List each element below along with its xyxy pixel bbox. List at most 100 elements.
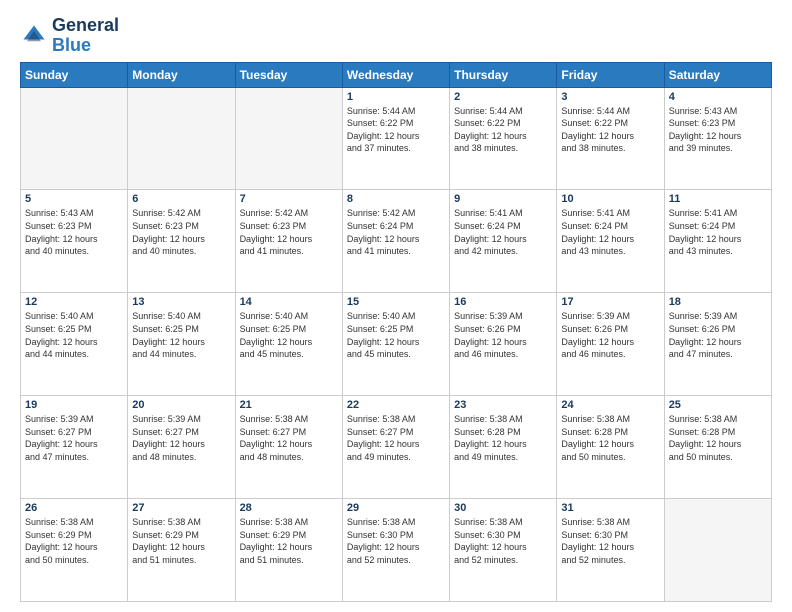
calendar-header-tuesday: Tuesday <box>235 62 342 87</box>
day-info: Sunrise: 5:41 AM Sunset: 6:24 PM Dayligh… <box>454 207 552 257</box>
day-number: 15 <box>347 296 445 308</box>
calendar-cell: 27Sunrise: 5:38 AM Sunset: 6:29 PM Dayli… <box>128 499 235 602</box>
calendar-cell: 23 Sunrise: 5:38 AM Sunset: 6:28 PM Dayli… <box>450 396 557 499</box>
day-info: Sunrise: 5:42 AM Sunset: 6:24 PM Dayligh… <box>347 207 445 257</box>
day-number: 9 <box>454 193 552 205</box>
day-info: Sunrise: 5:43 AM Sunset: 6:23 PM Dayligh… <box>669 105 767 155</box>
day-number: 12 <box>25 296 123 308</box>
calendar-cell: 28 Sunrise: 5:38 AM Sunset: 6:29 PM Dayli… <box>235 499 342 602</box>
header: General Blue <box>20 16 772 56</box>
calendar-cell: 29 Sunrise: 5:38 AM Sunset: 6:30 PM Dayli… <box>342 499 449 602</box>
day-info: Sunrise: 5:43 AM Sunset: 6:23 PM Dayligh… <box>25 207 123 257</box>
day-number: 25 <box>669 399 767 411</box>
logo: General Blue <box>20 16 119 56</box>
day-info: Sunrise: 5:38 AM Sunset: 6:30 PM Dayligh… <box>561 516 659 566</box>
calendar-cell: 6 Sunrise: 5:42 AM Sunset: 6:23 PM Daylig… <box>128 190 235 293</box>
day-info: Sunrise: 5:40 AM Sunset: 6:25 PM Dayligh… <box>347 310 445 360</box>
calendar-cell: 30 Sunrise: 5:38 AM Sunset: 6:30 PM Dayli… <box>450 499 557 602</box>
calendar-cell: 10 Sunrise: 5:41 AM Sunset: 6:24 PM Dayli… <box>557 190 664 293</box>
calendar-header-saturday: Saturday <box>664 62 771 87</box>
day-number: 8 <box>347 193 445 205</box>
day-number: 2 <box>454 91 552 103</box>
day-info: Sunrise: 5:38 AM Sunset: 6:29 PM Dayligh… <box>25 516 123 566</box>
day-number: 29 <box>347 502 445 514</box>
calendar-cell <box>21 87 128 190</box>
calendar-week-2: 5 Sunrise: 5:43 AM Sunset: 6:23 PM Daylig… <box>21 190 772 293</box>
day-info: Sunrise: 5:38 AM Sunset: 6:27 PM Dayligh… <box>347 413 445 463</box>
calendar-header-wednesday: Wednesday <box>342 62 449 87</box>
day-info: Sunrise: 5:40 AM Sunset: 6:25 PM Dayligh… <box>25 310 123 360</box>
day-info: Sunrise: 5:39 AM Sunset: 6:26 PM Dayligh… <box>669 310 767 360</box>
day-info: Sunrise: 5:38 AM Sunset: 6:28 PM Dayligh… <box>669 413 767 463</box>
calendar-cell: 19 Sunrise: 5:39 AM Sunset: 6:27 PM Dayli… <box>21 396 128 499</box>
day-info: Sunrise: 5:40 AM Sunset: 6:25 PM Dayligh… <box>132 310 230 360</box>
day-number: 30 <box>454 502 552 514</box>
day-info: Sunrise: 5:39 AM Sunset: 6:27 PM Dayligh… <box>132 413 230 463</box>
day-info: Sunrise: 5:42 AM Sunset: 6:23 PM Dayligh… <box>132 207 230 257</box>
day-number: 26 <box>25 502 123 514</box>
day-info: Sunrise: 5:44 AM Sunset: 6:22 PM Dayligh… <box>454 105 552 155</box>
calendar-cell <box>235 87 342 190</box>
day-number: 24 <box>561 399 659 411</box>
day-info: Sunrise: 5:44 AM Sunset: 6:22 PM Dayligh… <box>561 105 659 155</box>
day-info: Sunrise: 5:39 AM Sunset: 6:27 PM Dayligh… <box>25 413 123 463</box>
calendar-cell: 31 Sunrise: 5:38 AM Sunset: 6:30 PM Dayli… <box>557 499 664 602</box>
day-number: 6 <box>132 193 230 205</box>
calendar-week-4: 19 Sunrise: 5:39 AM Sunset: 6:27 PM Dayli… <box>21 396 772 499</box>
calendar-header-friday: Friday <box>557 62 664 87</box>
day-number: 1 <box>347 91 445 103</box>
calendar-header-sunday: Sunday <box>21 62 128 87</box>
calendar-cell: 21 Sunrise: 5:38 AM Sunset: 6:27 PM Dayli… <box>235 396 342 499</box>
day-number: 4 <box>669 91 767 103</box>
calendar-cell: 14 Sunrise: 5:40 AM Sunset: 6:25 PM Dayli… <box>235 293 342 396</box>
calendar-cell: 17 Sunrise: 5:39 AM Sunset: 6:26 PM Dayli… <box>557 293 664 396</box>
day-number: 28 <box>240 502 338 514</box>
calendar-cell: 5 Sunrise: 5:43 AM Sunset: 6:23 PM Daylig… <box>21 190 128 293</box>
day-info: Sunrise: 5:41 AM Sunset: 6:24 PM Dayligh… <box>669 207 767 257</box>
calendar-cell: 26 Sunrise: 5:38 AM Sunset: 6:29 PM Dayli… <box>21 499 128 602</box>
day-number: 31 <box>561 502 659 514</box>
calendar-header-row: SundayMondayTuesdayWednesdayThursdayFrid… <box>21 62 772 87</box>
day-number: 23 <box>454 399 552 411</box>
day-number: 13 <box>132 296 230 308</box>
calendar-cell: 25 Sunrise: 5:38 AM Sunset: 6:28 PM Dayli… <box>664 396 771 499</box>
day-number: 19 <box>25 399 123 411</box>
day-info: Sunrise: 5:44 AM Sunset: 6:22 PM Dayligh… <box>347 105 445 155</box>
day-number: 5 <box>25 193 123 205</box>
day-info: Sunrise: 5:41 AM Sunset: 6:24 PM Dayligh… <box>561 207 659 257</box>
calendar-cell: 24Sunrise: 5:38 AM Sunset: 6:28 PM Dayli… <box>557 396 664 499</box>
calendar-week-1: 1 Sunrise: 5:44 AM Sunset: 6:22 PM Daylig… <box>21 87 772 190</box>
day-info: Sunrise: 5:38 AM Sunset: 6:30 PM Dayligh… <box>347 516 445 566</box>
day-number: 18 <box>669 296 767 308</box>
day-number: 14 <box>240 296 338 308</box>
logo-text: General Blue <box>52 16 119 56</box>
calendar-cell: 18 Sunrise: 5:39 AM Sunset: 6:26 PM Dayli… <box>664 293 771 396</box>
day-number: 3 <box>561 91 659 103</box>
calendar-cell: 11 Sunrise: 5:41 AM Sunset: 6:24 PM Dayli… <box>664 190 771 293</box>
day-number: 17 <box>561 296 659 308</box>
day-info: Sunrise: 5:38 AM Sunset: 6:30 PM Dayligh… <box>454 516 552 566</box>
day-number: 7 <box>240 193 338 205</box>
day-number: 21 <box>240 399 338 411</box>
day-info: Sunrise: 5:40 AM Sunset: 6:25 PM Dayligh… <box>240 310 338 360</box>
day-info: Sunrise: 5:38 AM Sunset: 6:27 PM Dayligh… <box>240 413 338 463</box>
calendar-cell: 2 Sunrise: 5:44 AM Sunset: 6:22 PM Daylig… <box>450 87 557 190</box>
day-info: Sunrise: 5:39 AM Sunset: 6:26 PM Dayligh… <box>561 310 659 360</box>
calendar-week-3: 12 Sunrise: 5:40 AM Sunset: 6:25 PM Dayli… <box>21 293 772 396</box>
calendar-cell: 22Sunrise: 5:38 AM Sunset: 6:27 PM Dayli… <box>342 396 449 499</box>
calendar-week-5: 26 Sunrise: 5:38 AM Sunset: 6:29 PM Dayli… <box>21 499 772 602</box>
day-info: Sunrise: 5:38 AM Sunset: 6:29 PM Dayligh… <box>240 516 338 566</box>
calendar-cell: 16Sunrise: 5:39 AM Sunset: 6:26 PM Dayli… <box>450 293 557 396</box>
page: General Blue SundayMondayTuesdayWednesda… <box>0 0 792 612</box>
day-info: Sunrise: 5:38 AM Sunset: 6:28 PM Dayligh… <box>454 413 552 463</box>
calendar-cell <box>664 499 771 602</box>
day-number: 27 <box>132 502 230 514</box>
calendar-cell: 1 Sunrise: 5:44 AM Sunset: 6:22 PM Daylig… <box>342 87 449 190</box>
day-number: 10 <box>561 193 659 205</box>
calendar-cell: 15 Sunrise: 5:40 AM Sunset: 6:25 PM Dayli… <box>342 293 449 396</box>
day-number: 11 <box>669 193 767 205</box>
calendar-cell: 9 Sunrise: 5:41 AM Sunset: 6:24 PM Daylig… <box>450 190 557 293</box>
calendar-header-thursday: Thursday <box>450 62 557 87</box>
calendar-cell <box>128 87 235 190</box>
day-info: Sunrise: 5:42 AM Sunset: 6:23 PM Dayligh… <box>240 207 338 257</box>
